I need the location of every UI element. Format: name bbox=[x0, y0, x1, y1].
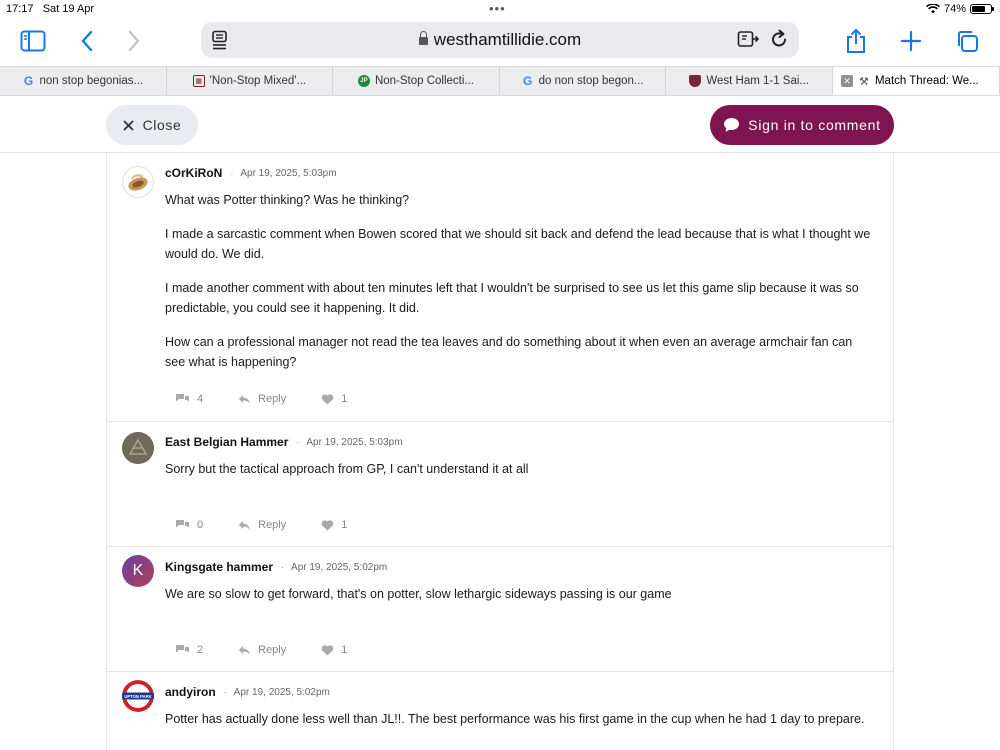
battery-percent: 74% bbox=[943, 3, 966, 15]
reply-button[interactable]: Reply bbox=[238, 644, 286, 656]
comment-paragraph: We are so slow to get forward, that's on… bbox=[165, 587, 672, 601]
comment-paragraph: How can a professional manager not read … bbox=[165, 335, 853, 369]
comment-timestamp[interactable]: Apr 19, 2025, 5:02pm bbox=[291, 562, 387, 573]
comment-body: We are so slow to get forward, that's on… bbox=[165, 584, 875, 604]
comment-paragraph: Sorry but the tactical approach from GP,… bbox=[165, 462, 529, 476]
comment-paragraph: I made another comment with about ten mi… bbox=[165, 281, 859, 315]
tab-non-stop-begonias[interactable]: Gnon stop begonias... bbox=[0, 67, 167, 95]
comment-meta: Kingsgate hammer · Apr 19, 2025, 5:02pm bbox=[165, 560, 388, 574]
comment-meta: East Belgian Hammer · Apr 19, 2025, 5:03… bbox=[165, 435, 403, 449]
status-time: 17:17 Sat 19 Apr bbox=[6, 3, 95, 15]
url-text: westhamtillidie.com bbox=[201, 30, 799, 50]
shop-icon: ▦ bbox=[192, 75, 205, 87]
browser-toolbar: westhamtillidie.com bbox=[0, 20, 1000, 66]
comment-author[interactable]: andyiron bbox=[165, 685, 216, 699]
hammers-icon: ⚒ bbox=[859, 75, 869, 88]
tab-non-stop-mixed[interactable]: ▦ 'Non-Stop Mixed'... bbox=[167, 67, 334, 95]
heart-icon bbox=[321, 519, 334, 530]
like-button[interactable]: 1 bbox=[321, 644, 347, 656]
replies-count-button[interactable]: 2 bbox=[175, 644, 203, 656]
like-button[interactable]: 1 bbox=[321, 519, 347, 531]
replies-count-button[interactable]: 0 bbox=[175, 519, 203, 531]
sign-in-to-comment-button[interactable]: Sign in to comment bbox=[710, 105, 894, 145]
comment: cOrKiRoN · Apr 19, 2025, 5:03pm What was… bbox=[107, 153, 893, 422]
tab-overview-icon[interactable] bbox=[950, 26, 984, 56]
comment-paragraph: Potter has actually done less well than … bbox=[165, 712, 865, 726]
comment-body: Sorry but the tactical approach from GP,… bbox=[165, 459, 875, 479]
comment-meta: cOrKiRoN · Apr 19, 2025, 5:03pm bbox=[165, 166, 337, 180]
comment-actions: 0 Reply 1 bbox=[175, 519, 382, 531]
heart-icon bbox=[321, 393, 334, 404]
comment-actions: 4 Reply 1 bbox=[175, 393, 382, 405]
battery-icon bbox=[970, 4, 994, 14]
chat-bubbles-icon bbox=[176, 520, 189, 528]
forward-icon[interactable] bbox=[117, 26, 151, 56]
comment: K Kingsgate hammer · Apr 19, 2025, 5:02p… bbox=[107, 547, 893, 672]
back-icon[interactable] bbox=[70, 26, 104, 56]
close-tab-icon[interactable]: ✕ bbox=[840, 75, 853, 87]
avatar bbox=[122, 166, 154, 198]
comment-paragraph: I made a sarcastic comment when Bowen sc… bbox=[165, 227, 871, 261]
comment: East Belgian Hammer · Apr 19, 2025, 5:03… bbox=[107, 422, 893, 547]
chat-bubbles-icon bbox=[176, 645, 189, 653]
tab-bar: Gnon stop begonias... ▦ 'Non-Stop Mixed'.… bbox=[0, 66, 1000, 96]
comment: UPTON PARK andyiron · Apr 19, 2025, 5:02… bbox=[107, 672, 893, 750]
reply-icon bbox=[239, 645, 251, 655]
comment-author[interactable]: cOrKiRoN bbox=[165, 166, 222, 180]
tab-match-thread[interactable]: ✕ ⚒ Match Thread: We... bbox=[832, 67, 1000, 95]
status-bar: 17:17 Sat 19 Apr ••• 74% bbox=[0, 0, 1000, 20]
extension-icon[interactable] bbox=[737, 30, 761, 53]
wifi-icon bbox=[926, 4, 940, 14]
comment-timestamp[interactable]: Apr 19, 2025, 5:02pm bbox=[234, 687, 330, 698]
comment-paragraph: What was Potter thinking? Was he thinkin… bbox=[165, 193, 410, 207]
comment-list: cOrKiRoN · Apr 19, 2025, 5:03pm What was… bbox=[106, 153, 894, 750]
heart-icon bbox=[321, 644, 334, 655]
close-icon bbox=[122, 119, 134, 131]
close-label: Close bbox=[142, 117, 182, 133]
reply-button[interactable]: Reply bbox=[238, 519, 286, 531]
tab-west-ham-result[interactable]: West Ham 1-1 Sai... bbox=[666, 67, 833, 95]
chat-bubbles-icon bbox=[176, 394, 189, 402]
west-ham-crest-icon bbox=[689, 75, 702, 87]
reply-icon bbox=[239, 520, 251, 530]
reload-icon[interactable] bbox=[769, 29, 789, 54]
comment-author[interactable]: Kingsgate hammer bbox=[165, 560, 273, 574]
avatar bbox=[122, 432, 154, 464]
comment-timestamp[interactable]: Apr 19, 2025, 5:03pm bbox=[306, 437, 402, 448]
comments-header: Close Sign in to comment bbox=[0, 96, 1000, 153]
like-button[interactable]: 1 bbox=[321, 393, 347, 405]
close-button[interactable]: Close bbox=[106, 105, 198, 145]
speech-bubble-icon bbox=[724, 118, 740, 132]
status-right: 74% bbox=[926, 3, 994, 15]
google-icon: G bbox=[23, 74, 34, 88]
reply-icon bbox=[239, 394, 251, 404]
multitasking-dots-icon[interactable]: ••• bbox=[489, 1, 506, 16]
comment-body: Potter has actually done less well than … bbox=[165, 709, 875, 729]
comment-meta: andyiron · Apr 19, 2025, 5:02pm bbox=[165, 685, 330, 699]
avatar-letter: K bbox=[132, 562, 144, 579]
replies-count-button[interactable]: 4 bbox=[175, 393, 203, 405]
share-icon[interactable] bbox=[839, 26, 873, 56]
svg-text:UPTON PARK: UPTON PARK bbox=[124, 694, 151, 699]
lock-icon bbox=[418, 31, 428, 46]
comment-body: What was Potter thinking? Was he thinkin… bbox=[165, 190, 875, 372]
tab-do-non-stop-begonias[interactable]: Gdo non stop begon... bbox=[500, 67, 667, 95]
new-tab-icon[interactable] bbox=[894, 26, 928, 56]
reply-button[interactable]: Reply bbox=[238, 393, 286, 405]
avatar: UPTON PARK bbox=[122, 680, 154, 712]
comment-author[interactable]: East Belgian Hammer bbox=[165, 435, 288, 449]
tab-non-stop-collection[interactable]: JP Non-Stop Collecti... bbox=[333, 67, 500, 95]
address-bar[interactable]: westhamtillidie.com bbox=[201, 22, 799, 58]
sidebar-toggle-icon[interactable] bbox=[16, 26, 50, 56]
sign-in-label: Sign in to comment bbox=[748, 117, 881, 133]
garden-icon: JP bbox=[357, 75, 370, 87]
comment-timestamp[interactable]: Apr 19, 2025, 5:03pm bbox=[240, 168, 336, 179]
avatar: K bbox=[122, 555, 154, 587]
google-icon: G bbox=[522, 74, 533, 88]
comment-actions: 2 Reply 1 bbox=[175, 644, 382, 656]
